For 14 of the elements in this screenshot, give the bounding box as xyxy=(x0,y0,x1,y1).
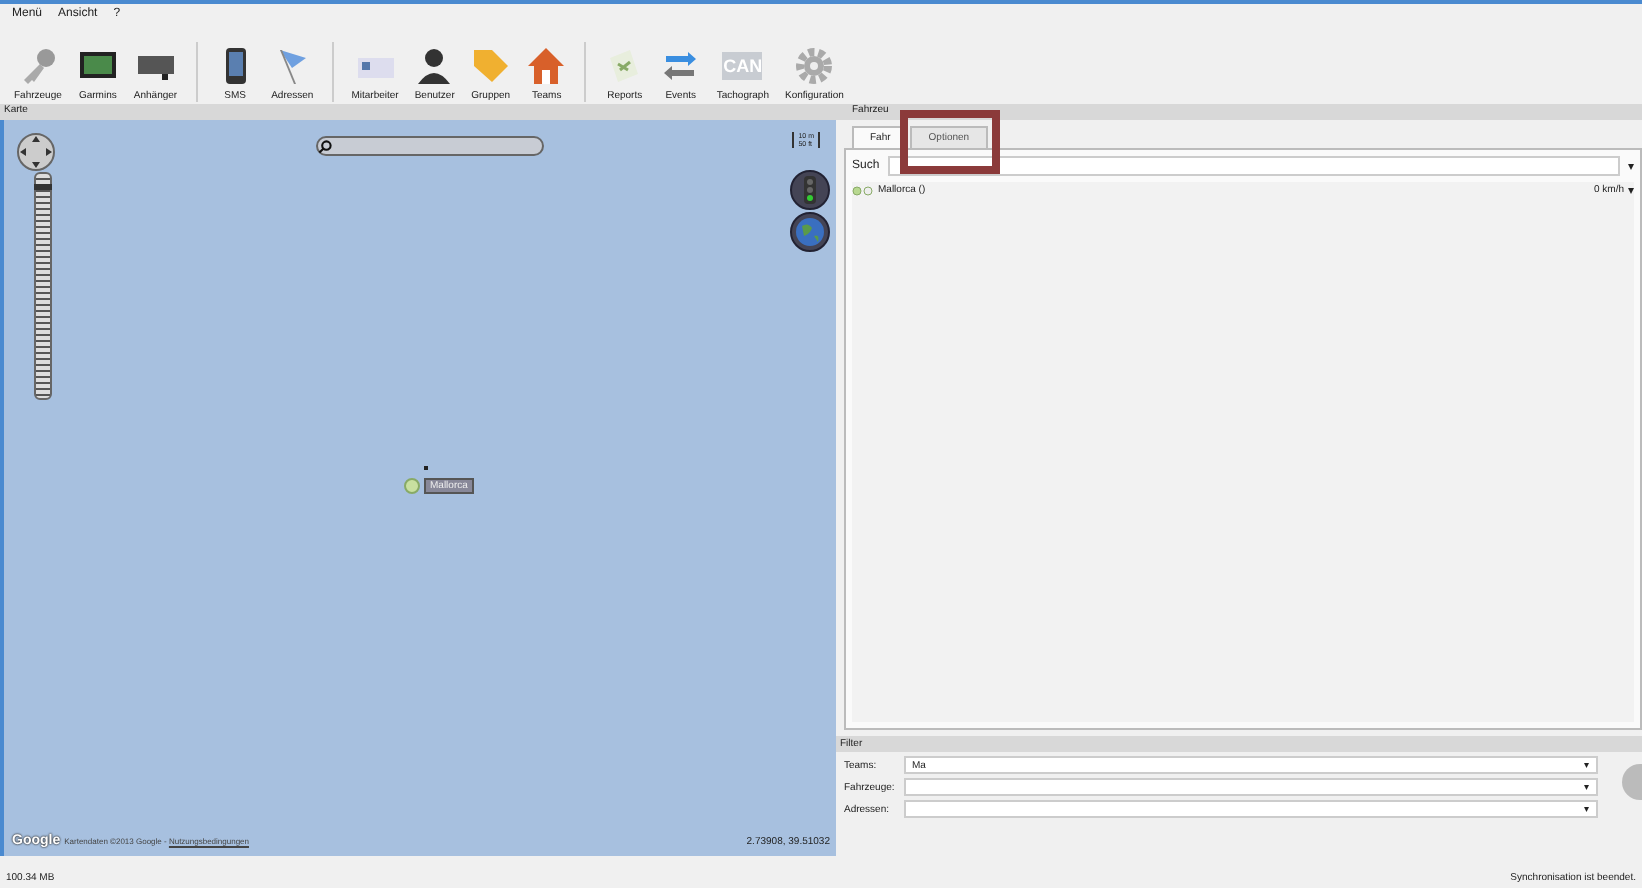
map-marker-icon[interactable] xyxy=(404,478,420,494)
search-field[interactable] xyxy=(887,156,1620,176)
map-search-field[interactable] xyxy=(316,136,544,156)
zoom-slider[interactable] xyxy=(34,172,52,400)
arrows-icon xyxy=(660,46,701,86)
tag-icon xyxy=(470,46,511,86)
globe-icon[interactable] xyxy=(790,212,830,252)
person-icon xyxy=(414,46,455,86)
traffic-light-icon[interactable] xyxy=(790,170,830,210)
house-icon xyxy=(526,46,567,86)
gear-icon xyxy=(794,46,835,86)
pan-control-icon[interactable] xyxy=(16,132,56,172)
highlight-frame xyxy=(900,110,1000,174)
search-icon xyxy=(318,139,332,153)
